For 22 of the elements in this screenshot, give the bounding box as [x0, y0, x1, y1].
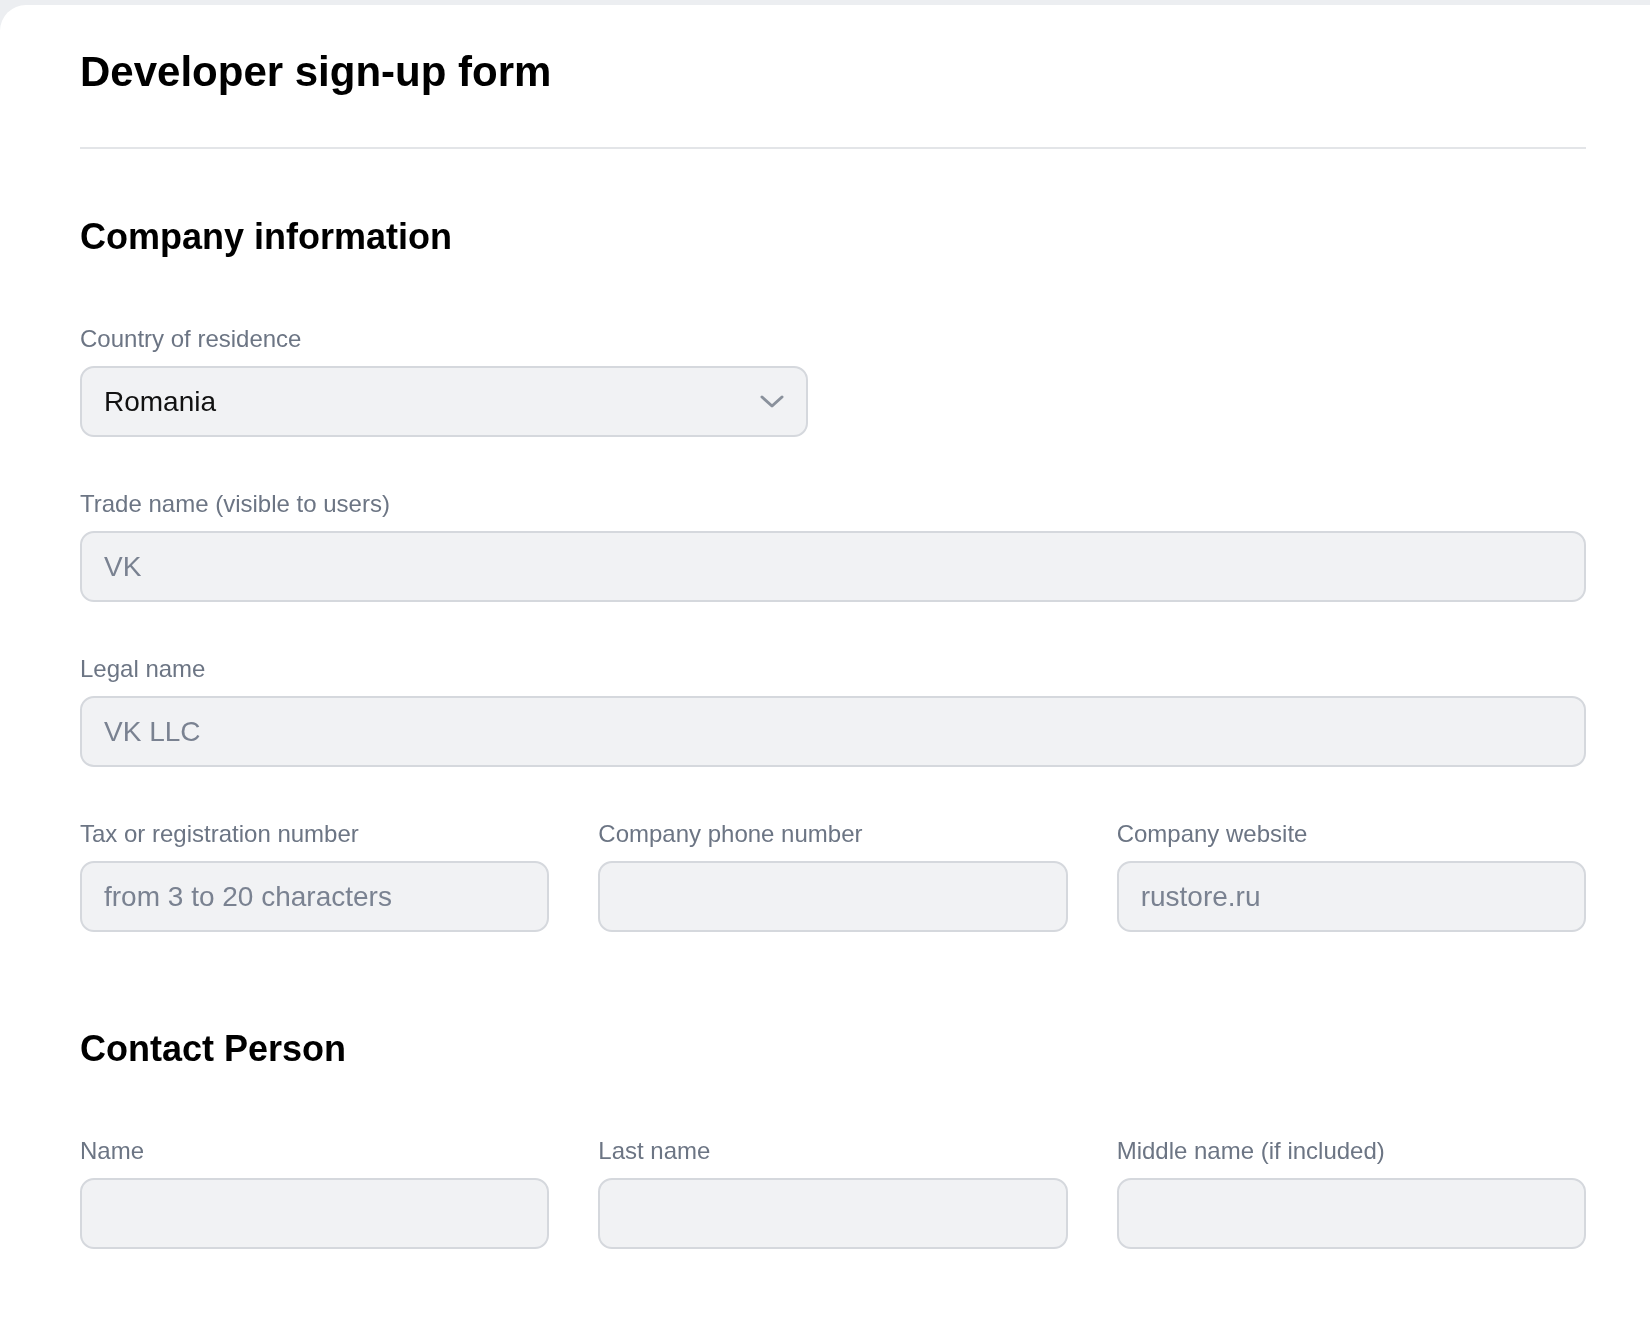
- input-field[interactable]: [80, 1178, 550, 1249]
- country-select[interactable]: Romania: [80, 366, 808, 437]
- field-label: Country of residence: [80, 324, 302, 354]
- field-label: Company website: [1116, 819, 1308, 849]
- field-label: Company phone number: [598, 819, 863, 849]
- field-label: Trade name (visible to users): [80, 489, 390, 519]
- field-label: Name: [80, 1136, 145, 1166]
- input-field[interactable]: [598, 861, 1068, 932]
- section-heading: Contact Person: [80, 1028, 347, 1070]
- input-field[interactable]: VK LLC: [80, 696, 1586, 767]
- input-field[interactable]: [598, 1178, 1068, 1249]
- section-heading: Company information: [80, 216, 452, 258]
- chevron-down-icon: [760, 394, 784, 409]
- page-title: Developer sign-up form: [80, 47, 552, 97]
- field-label: Last name: [598, 1136, 711, 1166]
- input-field[interactable]: from 3 to 20 characters: [80, 861, 550, 932]
- input-field[interactable]: rustore.ru: [1116, 861, 1586, 932]
- input-field[interactable]: VK: [80, 531, 1586, 602]
- field-label: Legal name: [80, 654, 206, 684]
- input-field[interactable]: [1116, 1178, 1586, 1249]
- field-label: Tax or registration number: [80, 819, 359, 849]
- field-label: Middle name (if included): [1116, 1136, 1385, 1166]
